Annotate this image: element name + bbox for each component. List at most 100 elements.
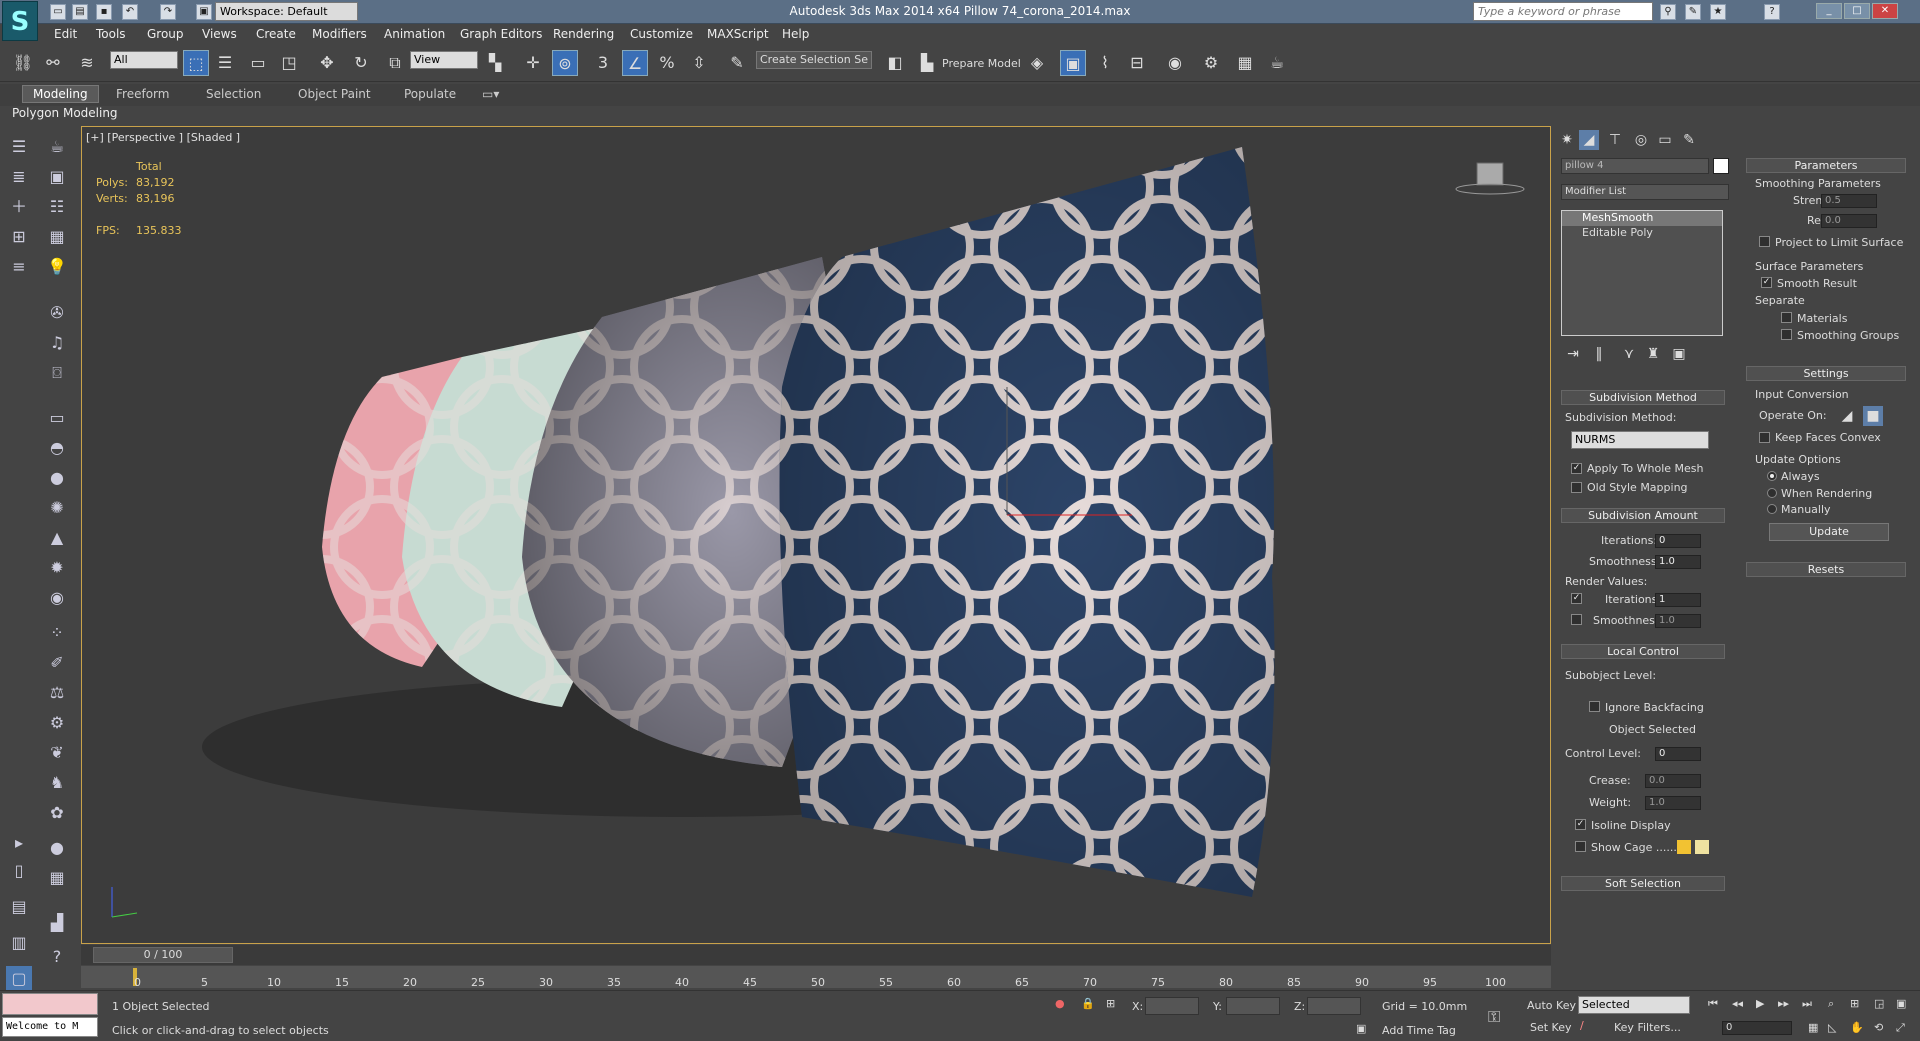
reference-coordinate-dropdown[interactable]: View: [410, 51, 478, 69]
link-icon[interactable]: ⛓: [10, 50, 36, 76]
stack-item-editable-poly[interactable]: Editable Poly: [1562, 226, 1722, 241]
always-radio[interactable]: [1767, 471, 1777, 481]
menu-customize[interactable]: Customize: [630, 27, 693, 41]
briefcase-icon[interactable]: ▟: [44, 910, 70, 936]
operate-on-polygons-icon[interactable]: ■: [1863, 406, 1883, 426]
subdivision-method-dropdown[interactable]: NURMS: [1571, 431, 1709, 449]
spinner-snap-icon[interactable]: ⇳: [686, 50, 712, 76]
update-button[interactable]: Update: [1769, 523, 1889, 541]
resets-header[interactable]: Resets: [1746, 562, 1906, 577]
create-tab-icon[interactable]: ✷: [1557, 130, 1577, 150]
render-smoothness-spinner[interactable]: 1.0: [1655, 614, 1701, 628]
new-file-icon[interactable]: ▭: [50, 4, 66, 20]
help-icon[interactable]: ?: [1764, 4, 1780, 20]
zoom-icon[interactable]: ⌕: [1828, 997, 1834, 1011]
redo-icon[interactable]: ↷: [160, 4, 176, 20]
help-circle-icon[interactable]: ?: [44, 944, 70, 970]
hemisphere-icon[interactable]: ◓: [44, 435, 70, 461]
manipulate-icon[interactable]: ✛: [520, 50, 546, 76]
tab-selection[interactable]: Selection: [206, 87, 261, 101]
percent-snap-icon[interactable]: %: [654, 50, 680, 76]
field-of-view-icon[interactable]: ◺: [1828, 1021, 1836, 1034]
material-editor-icon[interactable]: ◉: [1162, 50, 1188, 76]
keyboard-shortcut-icon[interactable]: ⊚: [552, 50, 578, 76]
tools-icon[interactable]: ✎: [1685, 4, 1701, 20]
menu-graph-editors[interactable]: Graph Editors: [460, 27, 542, 41]
app-logo-icon[interactable]: S: [2, 1, 38, 41]
viewport-layout-4-icon[interactable]: ▢: [6, 966, 32, 992]
star-icon[interactable]: ★: [1710, 4, 1726, 20]
menu-animation[interactable]: Animation: [384, 27, 445, 41]
cage-selection-color-swatch[interactable]: [1695, 840, 1709, 854]
workspace-dropdown[interactable]: Workspace: Default: [215, 2, 358, 21]
perspective-viewport[interactable]: [+] [Perspective ] [Shaded ] Total Polys…: [81, 126, 1551, 944]
ignore-backfacing-checkbox[interactable]: [1589, 701, 1600, 712]
menu-edit[interactable]: Edit: [54, 27, 77, 41]
render-iterations-checkbox[interactable]: ✓: [1571, 593, 1582, 604]
render-setup-icon[interactable]: ⚙: [1198, 50, 1224, 76]
subdivision-method-header[interactable]: Subdivision Method: [1561, 390, 1725, 405]
menu-views[interactable]: Views: [202, 27, 237, 41]
iterations-spinner[interactable]: 0: [1655, 534, 1701, 548]
isolate-icon[interactable]: ●: [1055, 997, 1065, 1010]
materials-checkbox[interactable]: [1781, 312, 1792, 323]
make-unique-icon[interactable]: ⋎: [1619, 344, 1639, 364]
create-plus-icon[interactable]: ＋: [6, 194, 32, 220]
close-button[interactable]: ✕: [1872, 3, 1898, 19]
video-camera-icon[interactable]: ⌼: [44, 360, 70, 386]
remove-modifier-icon[interactable]: ♜: [1643, 344, 1663, 364]
maxscript-listener-top[interactable]: [2, 993, 98, 1015]
scene-explorer-left-icon[interactable]: ☰: [6, 134, 32, 160]
add-time-tag[interactable]: Add Time Tag: [1382, 1024, 1456, 1037]
render-smoothness-checkbox[interactable]: [1571, 614, 1582, 625]
utilities-tab-icon[interactable]: ✎: [1679, 130, 1699, 150]
zoom-extents-all-icon[interactable]: ▣: [1896, 997, 1906, 1010]
key-icon[interactable]: ⚿: [1488, 1007, 1500, 1027]
pan-hand-icon[interactable]: ✋: [1850, 1021, 1864, 1034]
open-file-icon[interactable]: ▤: [72, 4, 88, 20]
gear-icon[interactable]: ⚙: [44, 710, 70, 736]
viewport-layout-2-icon[interactable]: ▤: [6, 894, 32, 920]
box-primitive-icon[interactable]: ▭: [44, 405, 70, 431]
tab-freeform[interactable]: Freeform: [116, 87, 169, 101]
smooth-result-checkbox[interactable]: ✓: [1761, 277, 1772, 288]
smoothing-groups-checkbox[interactable]: [1781, 329, 1792, 340]
settings-header[interactable]: Settings: [1746, 366, 1906, 381]
zoom-extents-icon[interactable]: ◲: [1874, 997, 1884, 1010]
help-search-input[interactable]: Type a keyword or phrase: [1473, 2, 1653, 21]
cone-icon[interactable]: ▲: [44, 525, 70, 551]
parameters-header[interactable]: Parameters: [1746, 158, 1906, 173]
time-slider[interactable]: 0 / 100: [81, 945, 1551, 965]
z-coordinate-field[interactable]: [1307, 997, 1361, 1015]
key-tangent-icon[interactable]: ∕: [1580, 1019, 1584, 1032]
align-icon[interactable]: ▙: [914, 50, 940, 76]
x-coordinate-field[interactable]: [1145, 997, 1199, 1015]
pivot-center-icon[interactable]: ▚: [482, 50, 508, 76]
key-selection-dropdown[interactable]: Selected: [1578, 996, 1690, 1014]
isoline-display-checkbox[interactable]: ✓: [1575, 819, 1586, 830]
project-folder-icon[interactable]: ▣: [196, 4, 212, 20]
time-slider-thumb[interactable]: 0 / 100: [93, 947, 233, 963]
hedra-icon[interactable]: ✺: [44, 495, 70, 521]
layers-icon[interactable]: ≣: [6, 164, 32, 190]
animal-icon[interactable]: ♞: [44, 770, 70, 796]
render-iterations-spinner[interactable]: 1: [1655, 593, 1701, 607]
when-rendering-radio[interactable]: [1767, 488, 1777, 498]
sound-icon[interactable]: ♫: [44, 330, 70, 356]
scale-icon[interactable]: ⧉: [382, 50, 408, 76]
undo-icon[interactable]: ↶: [122, 4, 138, 20]
current-frame-field[interactable]: 0: [1722, 1021, 1792, 1035]
keep-faces-convex-checkbox[interactable]: [1759, 432, 1770, 443]
modifier-list-dropdown[interactable]: Modifier List: [1561, 184, 1729, 200]
object-color-swatch[interactable]: [1713, 158, 1729, 174]
binoculars-icon[interactable]: ⚲: [1660, 4, 1676, 20]
go-to-end-icon[interactable]: ⏭: [1802, 997, 1812, 1011]
project-limit-checkbox[interactable]: [1759, 236, 1770, 247]
y-coordinate-field[interactable]: [1226, 997, 1280, 1015]
next-frame-icon[interactable]: ▸▸: [1778, 997, 1789, 1010]
key-filters-button[interactable]: Key Filters...: [1614, 1021, 1681, 1034]
polygon-modeling-label[interactable]: Polygon Modeling: [12, 106, 118, 120]
old-style-mapping-checkbox[interactable]: [1571, 482, 1582, 493]
teapot-icon[interactable]: ☕: [44, 134, 70, 160]
viewcube-icon[interactable]: [1455, 157, 1525, 199]
